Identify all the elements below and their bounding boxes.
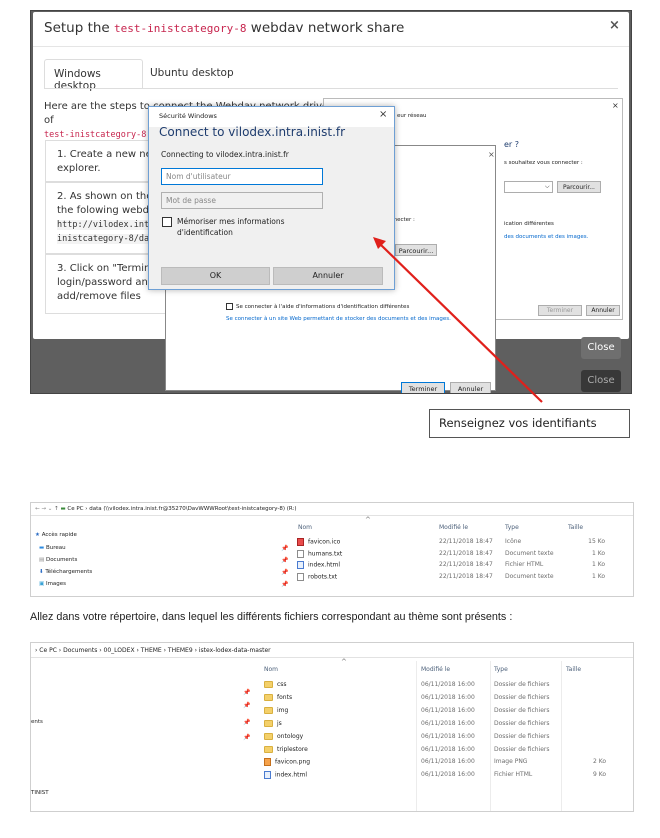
file-size: 9 Ko: [592, 771, 606, 779]
file-row[interactable]: css 06/11/2018 16:00 Dossier de fichiers: [31, 681, 633, 694]
file-row[interactable]: js 06/11/2018 16:00 Dossier de fichiers: [31, 719, 633, 733]
file-date: 06/11/2018 16:00: [421, 681, 475, 688]
file-size: 1 Ko: [591, 549, 605, 557]
file-name: index.html: [297, 561, 340, 569]
file-name: robots.txt: [297, 572, 337, 581]
forward-icon[interactable]: →: [41, 506, 46, 512]
file-list: favicon.ico 22/11/2018 18:47 Icône 15 Ko hum…: [31, 538, 633, 596]
folder-icon: [264, 719, 273, 727]
file-size: 15 Ko: [588, 538, 605, 545]
file-row[interactable]: ontology 06/11/2018 16:00 Dossier de fichi…: [31, 732, 633, 746]
instruction-text: Allez dans votre répertoire, dans lequel…: [30, 611, 513, 623]
file-row[interactable]: favicon.ico 22/11/2018 18:47 Icône 15 Ko: [31, 538, 633, 550]
column-date[interactable]: Modifié le: [439, 524, 468, 531]
column-name[interactable]: Nom: [264, 666, 278, 673]
file-type: Document texte: [505, 572, 554, 580]
file-name: favicon.ico: [297, 538, 340, 546]
address-bar[interactable]: › Ce PC › Documents › 00_LODEX › THEME ›…: [31, 643, 633, 658]
file-date: 06/11/2018 16:00: [421, 732, 475, 740]
file-row[interactable]: index.html 22/11/2018 18:47 Fichier HTML 1 …: [31, 561, 633, 573]
file-row[interactable]: fonts 06/11/2018 16:00 Dossier de fichiers: [31, 693, 633, 707]
file-type: Dossier de fichiers: [494, 706, 550, 714]
file-date: 06/11/2018 16:00: [421, 758, 475, 766]
column-date[interactable]: Modifié le: [421, 666, 450, 673]
file-name: css: [264, 681, 287, 688]
file-date: 22/11/2018 18:47: [439, 572, 493, 580]
file-name: img: [264, 706, 288, 714]
back-icon[interactable]: ←: [35, 506, 40, 512]
file-row[interactable]: index.html 06/11/2018 16:00 Fichier HTML 9 …: [31, 771, 633, 784]
file-date: 06/11/2018 16:00: [421, 693, 475, 701]
file-size: 2 Ko: [592, 758, 606, 766]
html-icon: [264, 771, 271, 780]
explorer-webdav: ← → ⌄ ↑ ▬ Ce PC › data (\\vilodex.intra.…: [30, 502, 634, 597]
file-row[interactable]: robots.txt 22/11/2018 18:47 Document texte…: [31, 572, 633, 585]
sort-ascending-icon: ^: [365, 516, 371, 524]
network-drive-icon: ▬: [60, 506, 66, 512]
chevron-down-icon[interactable]: ⌄: [48, 506, 53, 512]
file-type: Fichier HTML: [494, 771, 533, 779]
address-bar[interactable]: ← → ⌄ ↑ ▬ Ce PC › data (\\vilodex.intra.…: [31, 503, 633, 516]
file-icon: [297, 572, 304, 581]
file-size: 1 Ko: [591, 572, 605, 580]
folder-icon: [264, 706, 273, 714]
folder-icon: [264, 745, 273, 753]
file-row[interactable]: favicon.png 06/11/2018 16:00 Image PNG 2 Ko: [31, 758, 633, 771]
file-size: 1 Ko: [591, 561, 605, 568]
file-name: fonts: [264, 693, 292, 701]
file-date: 06/11/2018 16:00: [421, 719, 475, 727]
address-path: Ce PC › data (\\vilodex.intra.inist.fr@3…: [67, 506, 297, 512]
file-name: favicon.png: [264, 758, 310, 767]
sort-ascending-icon: ^: [341, 658, 347, 666]
file-type: Icône: [505, 538, 522, 545]
file-list: css 06/11/2018 16:00 Dossier de fichiers fo…: [31, 681, 633, 811]
file-date: 06/11/2018 16:00: [421, 771, 475, 779]
file-date: 06/11/2018 16:00: [421, 745, 475, 753]
file-type: Dossier de fichiers: [494, 732, 550, 740]
file-type: Dossier de fichiers: [494, 745, 550, 753]
folder-icon: [264, 732, 273, 740]
file-name: index.html: [264, 771, 307, 780]
file-name: humans.txt: [297, 549, 342, 558]
png-icon: [264, 758, 271, 767]
file-type: Document texte: [505, 549, 554, 557]
file-type: Image PNG: [494, 758, 528, 766]
ico-icon: [297, 538, 304, 546]
column-type[interactable]: Type: [494, 666, 508, 673]
file-date: 22/11/2018 18:47: [439, 561, 493, 568]
address-path: › Ce PC › Documents › 00_LODEX › THEME ›…: [35, 647, 271, 654]
file-row[interactable]: triplestore 06/11/2018 16:00 Dossier de fi…: [31, 745, 633, 759]
file-date: 22/11/2018 18:47: [439, 549, 493, 557]
file-name: js: [264, 719, 282, 727]
folder-icon: [264, 693, 273, 701]
file-icon: [297, 549, 304, 558]
file-type: Dossier de fichiers: [494, 693, 550, 701]
file-row[interactable]: humans.txt 22/11/2018 18:47 Document texte…: [31, 549, 633, 562]
html-icon: [297, 561, 304, 569]
file-type: Dossier de fichiers: [494, 681, 550, 688]
column-size[interactable]: Taille: [568, 524, 583, 531]
folder-icon: [264, 681, 273, 688]
file-date: 06/11/2018 16:00: [421, 706, 475, 714]
column-name[interactable]: Nom: [298, 524, 312, 531]
up-icon[interactable]: ↑: [54, 506, 59, 512]
column-type[interactable]: Type: [505, 524, 519, 531]
file-name: ontology: [264, 732, 303, 740]
file-name: triplestore: [264, 745, 308, 753]
explorer-local: › Ce PC › Documents › 00_LODEX › THEME ›…: [30, 642, 634, 812]
file-date: 22/11/2018 18:47: [439, 538, 493, 545]
file-type: Dossier de fichiers: [494, 719, 550, 727]
file-row[interactable]: img 06/11/2018 16:00 Dossier de fichiers: [31, 706, 633, 720]
column-size[interactable]: Taille: [566, 666, 581, 673]
file-type: Fichier HTML: [505, 561, 544, 568]
callout-box: Renseignez vos identifiants: [429, 409, 630, 438]
